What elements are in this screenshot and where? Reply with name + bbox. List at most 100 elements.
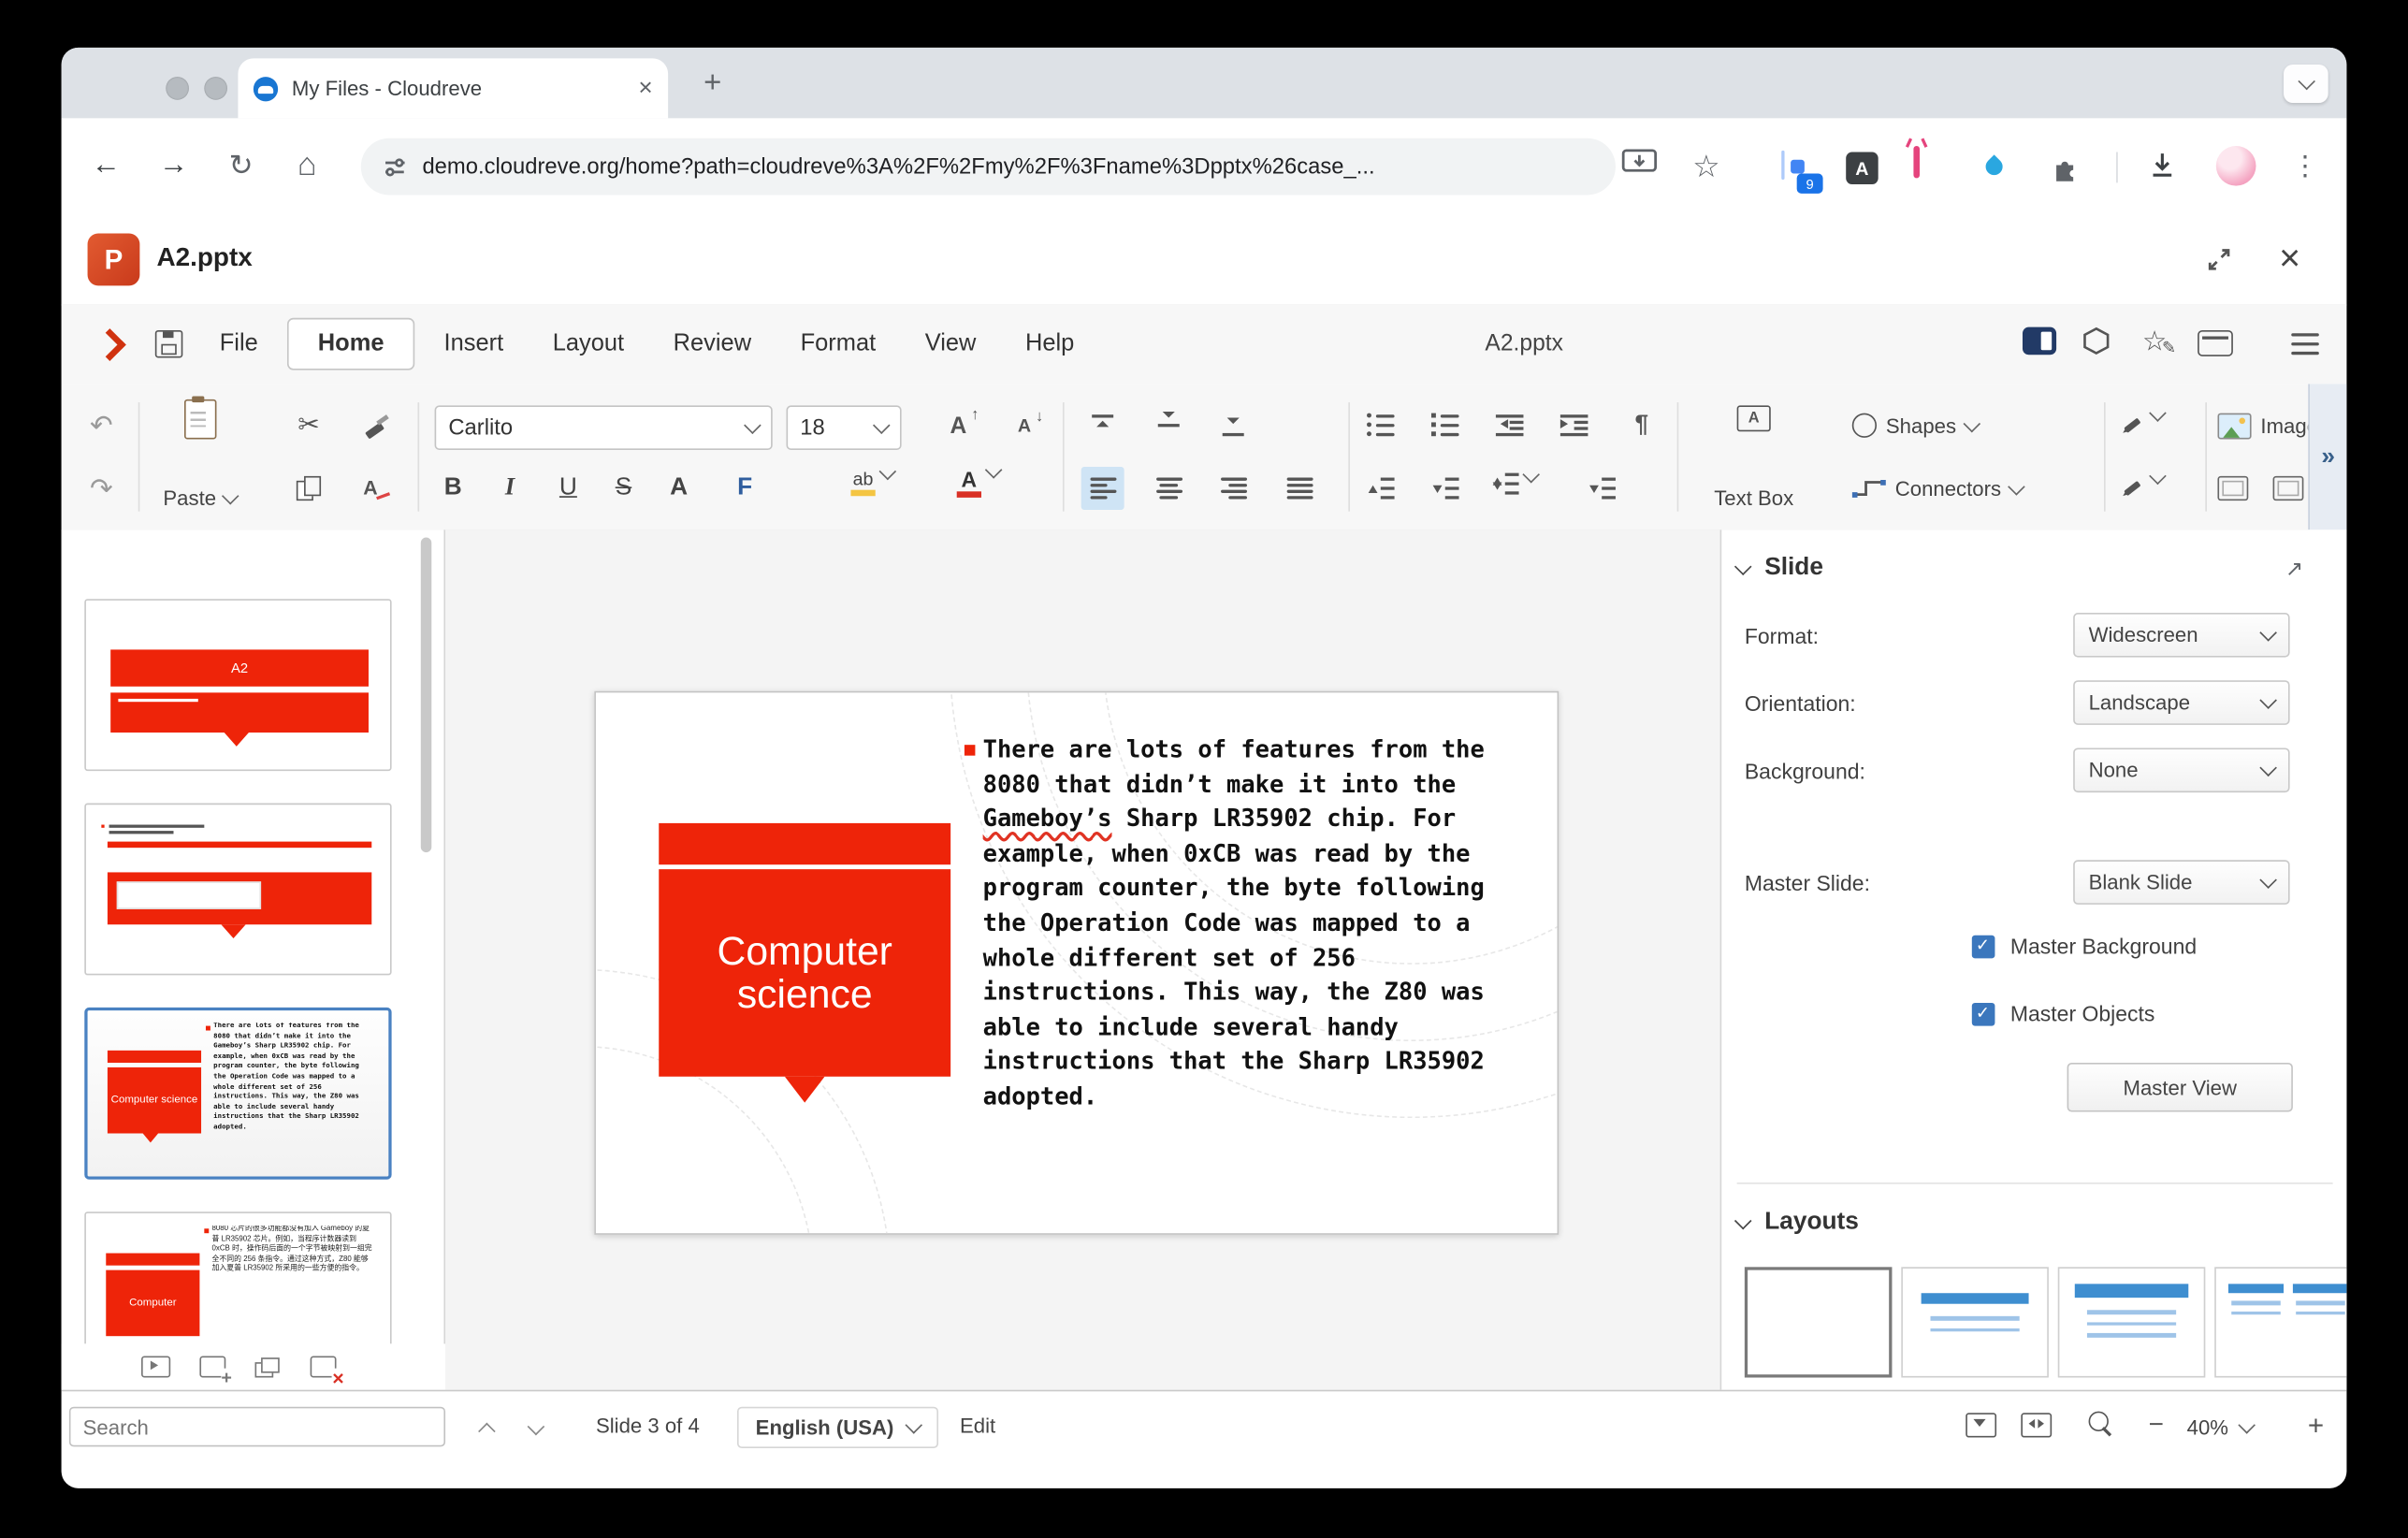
new-tab-button[interactable]	[694, 65, 731, 101]
extensions-menu-button[interactable]	[2049, 152, 2081, 193]
master-slide-select[interactable]: Blank Slide	[2073, 860, 2289, 905]
align-middle-button[interactable]	[1147, 404, 1190, 447]
checkbox-checked-icon[interactable]	[1972, 1002, 1995, 1025]
fit-width-button[interactable]	[2021, 1413, 2052, 1437]
checkbox-checked-icon[interactable]	[1972, 935, 1995, 958]
layout-thumbnail-title[interactable]	[1901, 1267, 2049, 1377]
bold-button[interactable]: B	[431, 467, 474, 510]
decrease-indent-button[interactable]	[1488, 404, 1531, 447]
menu-item-insert[interactable]: Insert	[419, 316, 528, 371]
pen-tool-button[interactable]	[2119, 412, 2164, 455]
frame-button[interactable]	[2212, 467, 2255, 510]
extension-a-button[interactable]: A	[1846, 152, 1878, 184]
master-objects-checkbox-row[interactable]: Master Objects	[1972, 1001, 2155, 1025]
start-slideshow-icon[interactable]	[141, 1357, 170, 1378]
spacing-after-button[interactable]	[1424, 467, 1467, 510]
back-button[interactable]	[83, 143, 129, 189]
italic-button[interactable]: I	[488, 467, 531, 510]
menu-item-layout[interactable]: Layout	[528, 316, 648, 371]
language-select[interactable]: English (USA)	[737, 1407, 938, 1448]
slide-canvas-area[interactable]: Computer science There are lots of featu…	[445, 530, 1720, 1389]
slide-accent-bar[interactable]	[659, 823, 950, 864]
home-button[interactable]	[284, 143, 330, 189]
address-bar[interactable]: demo.cloudreve.org/home?path=cloudreve%3…	[361, 138, 1616, 196]
add-slide-icon[interactable]	[199, 1357, 225, 1378]
strikethrough-button[interactable]: S	[602, 467, 646, 510]
zoom-out-button[interactable]	[2138, 1407, 2174, 1444]
fullscreen-button[interactable]	[2196, 237, 2241, 283]
tab-close-icon[interactable]	[638, 75, 652, 103]
site-settings-icon[interactable]	[383, 154, 407, 179]
align-center-button[interactable]	[1147, 467, 1190, 510]
align-left-button[interactable]	[1081, 467, 1124, 510]
previous-result-button[interactable]	[469, 1413, 505, 1444]
slide-thumbnail-1[interactable]: A2	[84, 599, 391, 771]
font-color-button[interactable]: A	[957, 469, 1000, 512]
menu-item-format[interactable]: Format	[776, 316, 900, 371]
align-right-button[interactable]	[1211, 467, 1255, 510]
editor-logo-icon[interactable]	[94, 327, 126, 360]
slide-canvas[interactable]: Computer science There are lots of featu…	[594, 691, 1559, 1235]
align-bottom-button[interactable]	[1211, 404, 1255, 447]
expand-toolbar-button[interactable]	[2308, 384, 2346, 530]
shapes-button[interactable]: Shapes	[1852, 404, 1978, 447]
layout-thumbnail-blank[interactable]	[1745, 1267, 1893, 1377]
paragraph-marks-button[interactable]	[1620, 404, 1663, 447]
master-view-button[interactable]: Master View	[2067, 1063, 2293, 1112]
undo-button[interactable]	[80, 404, 123, 447]
downloads-button[interactable]	[2147, 151, 2178, 189]
justify-button[interactable]	[1278, 467, 1321, 510]
paste-button[interactable]: Paste	[151, 399, 249, 510]
window-close-button[interactable]	[166, 77, 189, 100]
orientation-select[interactable]: Landscape	[2073, 680, 2289, 725]
copy-style-button[interactable]	[355, 404, 398, 447]
redo-button[interactable]	[80, 467, 123, 510]
slide-thumbnail-2[interactable]	[84, 804, 391, 976]
slide-title-box[interactable]: Computer science	[659, 869, 950, 1077]
extension-grid-button[interactable]: 9	[1781, 152, 1815, 186]
save-icon[interactable]	[155, 330, 183, 358]
copy-button[interactable]	[287, 467, 330, 510]
text-box-button[interactable]: Text Box	[1692, 399, 1815, 510]
zoom-in-button[interactable]	[2298, 1407, 2334, 1444]
superscript-button[interactable]: A	[658, 467, 701, 510]
format-select[interactable]: Widescreen	[2073, 613, 2289, 658]
highlight-color-button[interactable]: ab	[850, 470, 893, 513]
menu-item-file[interactable]: File	[195, 316, 283, 371]
forward-button[interactable]	[151, 143, 196, 189]
install-app-button[interactable]	[1622, 149, 1659, 187]
browser-tab[interactable]: My Files - Cloudreve	[238, 58, 668, 118]
underline-button[interactable]: U	[546, 467, 589, 510]
browser-menu-button[interactable]	[2282, 143, 2328, 189]
subscript-button[interactable]: F	[723, 467, 766, 510]
master-background-checkbox-row[interactable]: Master Background	[1972, 934, 2197, 958]
clear-style-button[interactable]	[355, 467, 398, 510]
slide-thumbnail-3-selected[interactable]: Computer science There are lots of featu…	[84, 1008, 391, 1180]
slides-scrollbar[interactable]	[421, 538, 431, 853]
layout-thumbnail-header[interactable]	[2058, 1267, 2206, 1377]
highlighter-tool-button[interactable]	[2119, 474, 2164, 517]
font-size-select[interactable]: 18	[786, 405, 901, 450]
numbered-list-button[interactable]	[1424, 404, 1467, 447]
slide-body-text[interactable]: There are lots of features from the 8080…	[983, 733, 1512, 1114]
menu-item-home[interactable]: Home	[287, 318, 414, 370]
open-panel-icon[interactable]	[2277, 551, 2311, 585]
zoom-select[interactable]: 40%	[2187, 1407, 2254, 1447]
next-result-button[interactable]	[517, 1413, 554, 1444]
increase-font-button[interactable]: A↑	[936, 404, 979, 447]
layout-thumbnail-two-content[interactable]	[2214, 1267, 2346, 1377]
slide-section-header[interactable]: Slide	[1737, 555, 1823, 583]
star-edit-icon[interactable]: ✎	[2136, 324, 2172, 357]
extension-drop-button[interactable]	[1986, 158, 2003, 175]
image-button[interactable]: Image	[2217, 404, 2309, 447]
fit-slide-button[interactable]	[1966, 1413, 1996, 1437]
window-minimize-button[interactable]	[204, 77, 227, 100]
cut-button[interactable]	[287, 404, 330, 447]
card-icon[interactable]	[2198, 330, 2233, 356]
spacing-before-button[interactable]	[1359, 467, 1402, 510]
slide-thumbnail-4[interactable]: Computer 8080 芯片的很多功能都没有加入 Gameboy 的夏普 L…	[84, 1212, 391, 1343]
search-input[interactable]	[69, 1407, 445, 1447]
hexagon-icon[interactable]	[2081, 324, 2111, 357]
align-top-button[interactable]	[1081, 404, 1124, 447]
delete-slide-icon[interactable]	[311, 1357, 337, 1378]
